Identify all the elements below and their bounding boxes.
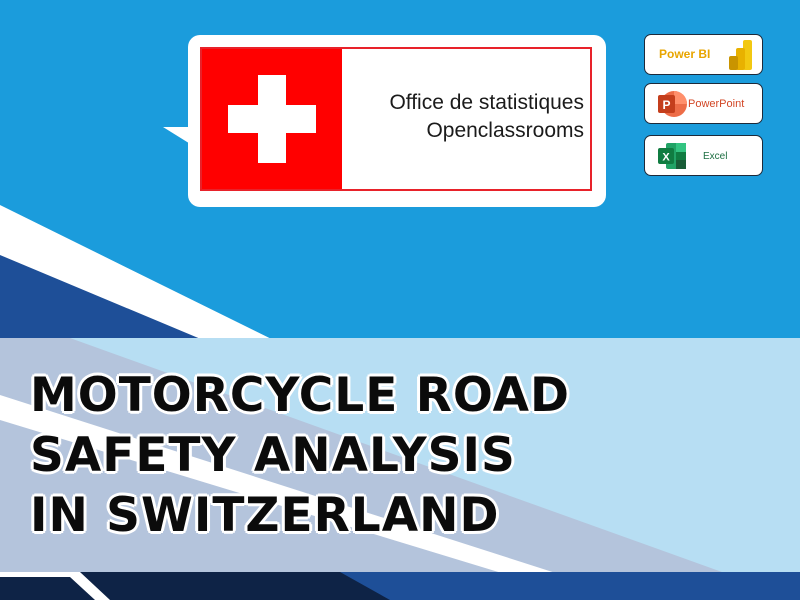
- excel-icon: X: [658, 143, 686, 169]
- organization-name: Office de statistiques Openclassrooms: [352, 89, 584, 145]
- powerbi-label: Power BI: [659, 47, 711, 61]
- powerpoint-label: PowerPoint: [688, 98, 745, 110]
- flag-cross-vertical: [258, 75, 286, 163]
- organization-line-2: Openclassrooms: [426, 119, 584, 142]
- logo-card: Office de statistiques Openclassrooms: [188, 35, 606, 207]
- logo-frame: Office de statistiques Openclassrooms: [200, 47, 592, 191]
- excel-badge: X Excel: [644, 135, 763, 176]
- swiss-flag-icon: [202, 49, 342, 189]
- title-line-2: SAFETY ANALYSIS: [30, 428, 516, 483]
- cover-page: Office de statistiques Openclassrooms Po…: [0, 0, 800, 600]
- title-line-3: IN SWITZERLAND: [30, 488, 500, 543]
- page-title: MOTORCYCLE ROAD SAFETY ANALYSIS IN SWITZ…: [30, 366, 570, 546]
- svg-text:X: X: [662, 152, 670, 164]
- powerpoint-icon: P: [658, 91, 687, 117]
- powerpoint-badge: P PowerPoint: [644, 83, 763, 124]
- powerbi-badge: Power BI: [644, 34, 763, 75]
- title-line-1: MOTORCYCLE ROAD: [30, 368, 570, 423]
- powerbi-icon: [729, 40, 752, 70]
- svg-text:P: P: [662, 98, 670, 112]
- organization-line-1: Office de statistiques: [389, 91, 584, 114]
- excel-label: Excel: [703, 151, 728, 162]
